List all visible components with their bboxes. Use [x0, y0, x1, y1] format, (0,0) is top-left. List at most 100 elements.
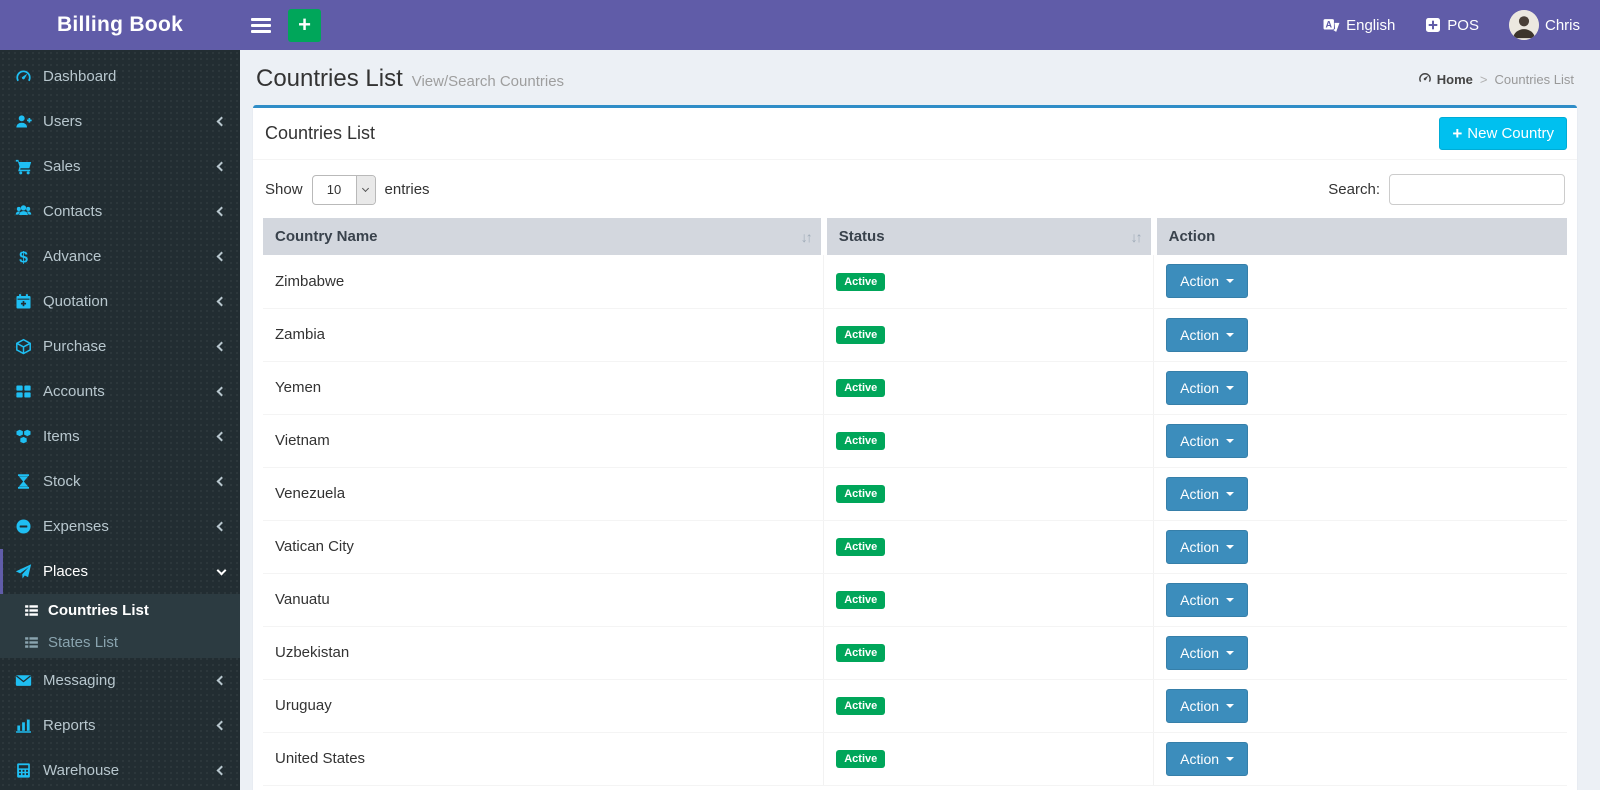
- pos-menu[interactable]: POS: [1425, 17, 1479, 34]
- action-dropdown-button[interactable]: Action: [1166, 264, 1249, 299]
- sidebar-item-places[interactable]: Places: [0, 549, 240, 594]
- sidebar-item-warehouse[interactable]: Warehouse: [0, 748, 240, 790]
- breadcrumb-home-link[interactable]: Home: [1418, 71, 1473, 88]
- chevron-left-icon: [216, 161, 227, 172]
- column-header-action: Action: [1150, 218, 1567, 255]
- cubes-icon: [15, 428, 32, 445]
- hamburger-menu-icon[interactable]: [251, 17, 271, 33]
- sidebar-item-advance[interactable]: $ Advance: [0, 234, 240, 279]
- list-icon: [24, 635, 39, 650]
- caret-down-icon: [1226, 756, 1235, 761]
- status-badge: Active: [836, 485, 886, 503]
- status-badge: Active: [836, 538, 886, 556]
- caret-down-icon: [1226, 279, 1235, 284]
- new-country-button[interactable]: + New Country: [1439, 117, 1567, 150]
- plus-icon: +: [1452, 123, 1463, 143]
- grid-icon: [15, 383, 32, 400]
- action-dropdown-button[interactable]: Action: [1166, 741, 1249, 776]
- chevron-left-icon: [216, 675, 227, 686]
- country-name-cell: Vanuatu: [263, 573, 824, 627]
- table-row: Zambia Active Action: [263, 308, 1567, 362]
- country-name-cell: Vietnam: [263, 414, 824, 468]
- chevron-left-icon: [216, 431, 227, 442]
- table-row: Zimbabwe Active Action: [263, 255, 1567, 309]
- action-dropdown-button[interactable]: Action: [1166, 688, 1249, 723]
- action-dropdown-button[interactable]: Action: [1166, 423, 1249, 458]
- action-dropdown-button[interactable]: Action: [1166, 582, 1249, 617]
- caret-down-icon: [1226, 703, 1235, 708]
- page-length-control: Show 10 entries: [265, 174, 430, 205]
- dollar-icon: $: [15, 248, 32, 265]
- top-navbar: Billing Book + A English POS Chris: [0, 0, 1600, 50]
- sidebar: Dashboard Users Sales Contacts $ Advance…: [0, 50, 240, 790]
- page-title: Countries List View/Search Countries: [256, 65, 565, 92]
- language-menu[interactable]: A English: [1323, 17, 1395, 34]
- bar-chart-icon: [15, 717, 32, 734]
- tachometer-icon: [15, 68, 32, 85]
- status-badge: Active: [836, 272, 886, 291]
- list-icon: [24, 603, 39, 618]
- user-plus-icon: [15, 113, 32, 130]
- svg-text:A: A: [1326, 19, 1333, 29]
- action-dropdown-button[interactable]: Action: [1166, 370, 1249, 405]
- caret-down-icon: [1226, 385, 1235, 390]
- table-row: Vietnam Active Action: [263, 414, 1567, 468]
- action-dropdown-button[interactable]: Action: [1166, 529, 1249, 564]
- chevron-left-icon: [216, 720, 227, 731]
- sidebar-item-sales[interactable]: Sales: [0, 144, 240, 189]
- sidebar-item-messaging[interactable]: Messaging: [0, 658, 240, 703]
- status-badge: Active: [836, 326, 886, 344]
- status-badge: Active: [836, 591, 886, 609]
- chevron-left-icon: [216, 476, 227, 487]
- envelope-icon: [15, 672, 32, 689]
- sidebar-item-contacts[interactable]: Contacts: [0, 189, 240, 234]
- sort-icon[interactable]: ↓↑: [1131, 229, 1143, 245]
- sidebar-subitem-countries-list[interactable]: Countries List: [0, 594, 240, 626]
- plus-icon: +: [298, 12, 311, 37]
- page-length-select[interactable]: 10: [311, 174, 376, 205]
- quick-add-button[interactable]: +: [288, 8, 321, 42]
- table-row: Venezuela Active Action: [263, 467, 1567, 521]
- sidebar-item-dashboard[interactable]: Dashboard: [0, 54, 240, 99]
- sidebar-item-quotation[interactable]: Quotation: [0, 279, 240, 324]
- sidebar-item-accounts[interactable]: Accounts: [0, 369, 240, 414]
- user-menu[interactable]: Chris: [1508, 10, 1580, 40]
- brand-logo[interactable]: Billing Book: [0, 0, 240, 50]
- sidebar-item-reports[interactable]: Reports: [0, 703, 240, 748]
- search-input[interactable]: [1389, 174, 1565, 205]
- status-badge: Active: [836, 432, 886, 450]
- places-submenu: Countries List States List: [0, 594, 240, 658]
- action-dropdown-button[interactable]: Action: [1166, 317, 1249, 352]
- breadcrumb-separator: >: [1479, 71, 1488, 87]
- sort-icon[interactable]: ↓↑: [801, 229, 813, 245]
- action-dropdown-button[interactable]: Action: [1166, 635, 1249, 670]
- country-name-cell: Zambia: [263, 308, 824, 362]
- sidebar-item-expenses[interactable]: Expenses: [0, 504, 240, 549]
- main-content: Countries List View/Search Countries Hom…: [240, 50, 1600, 790]
- column-header-status[interactable]: Status ↓↑: [820, 218, 1154, 255]
- country-name-cell: Uzbekistan: [263, 626, 824, 680]
- sidebar-item-purchase[interactable]: Purchase: [0, 324, 240, 369]
- sidebar-item-stock[interactable]: Stock: [0, 459, 240, 504]
- country-name-cell: Venezuela: [263, 467, 824, 521]
- action-dropdown-button[interactable]: Action: [1166, 476, 1249, 511]
- minus-circle-icon: [15, 518, 32, 535]
- caret-down-icon: [1226, 491, 1235, 496]
- calendar-plus-icon: [15, 293, 32, 310]
- column-header-country-name[interactable]: Country Name ↓↑: [263, 218, 824, 255]
- chevron-left-icon: [216, 206, 227, 217]
- sidebar-item-users[interactable]: Users: [0, 99, 240, 144]
- status-badge: Active: [836, 379, 886, 397]
- sidebar-subitem-states-list[interactable]: States List: [0, 626, 240, 658]
- sidebar-item-items[interactable]: Items: [0, 414, 240, 459]
- search-control: Search:: [1328, 174, 1565, 205]
- breadcrumb: Home > Countries List: [1418, 71, 1574, 88]
- caret-down-icon: [1226, 438, 1235, 443]
- shopping-cart-icon: [15, 158, 32, 175]
- breadcrumb-current: Countries List: [1494, 71, 1574, 87]
- table-row: Uruguay Active Action: [263, 679, 1567, 733]
- country-name-cell: Uruguay: [263, 679, 824, 733]
- cube-icon: [15, 338, 32, 355]
- country-name-cell: Vatican City: [263, 520, 824, 574]
- chevron-left-icon: [216, 765, 227, 776]
